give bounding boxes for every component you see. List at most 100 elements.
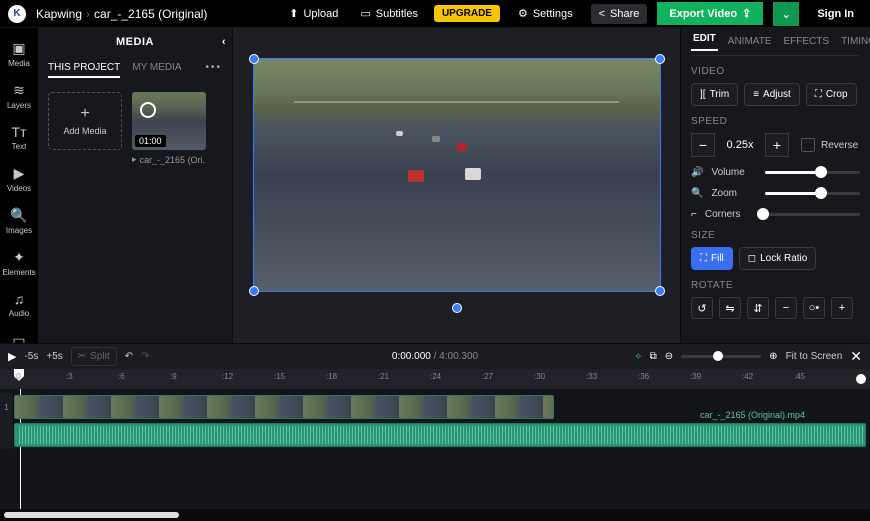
video-clip[interactable] <box>14 395 554 419</box>
redo-button[interactable]: ↷ <box>141 351 149 362</box>
speed-minus-button[interactable]: − <box>691 133 715 157</box>
align-plus-button[interactable]: + <box>831 297 853 319</box>
tab-my-media[interactable]: MY MEDIA <box>132 62 181 78</box>
crop-button[interactable]: ⛶Crop <box>806 83 857 106</box>
upload-label: Upload <box>303 8 338 20</box>
canvas[interactable] <box>233 28 680 343</box>
lock-ratio-button[interactable]: ◻Lock Ratio <box>739 247 817 270</box>
ruler-tick: :21 <box>378 372 389 381</box>
undo-button[interactable]: ↶ <box>125 351 133 362</box>
rail-label: Layers <box>7 101 31 110</box>
corners-slider[interactable] <box>759 213 860 216</box>
adjust-icon: ≡ <box>753 89 759 100</box>
rotate-handle[interactable] <box>452 303 462 313</box>
audio-clip[interactable]: car_-_2165 (Original).mp4 <box>14 423 866 447</box>
timeline-ruler[interactable]: :0:3:6:9:12:15:18:21:24:27:30:33:36:39:4… <box>0 369 870 389</box>
rail-videos[interactable]: ▶Videos <box>0 159 38 199</box>
rail-text[interactable]: TᴛText <box>0 118 38 157</box>
upload-icon: ⬆ <box>289 7 298 20</box>
tab-this-project[interactable]: THIS PROJECT <box>48 62 120 78</box>
volume-slider[interactable] <box>765 171 860 174</box>
adjust-label: Adjust <box>763 89 791 100</box>
video-selection[interactable] <box>253 58 661 292</box>
export-icon: ⇪ <box>742 7 751 20</box>
rail-label: Text <box>12 142 27 151</box>
split-button[interactable]: ✂Split <box>71 347 117 366</box>
ruler-tick: :42 <box>742 372 753 381</box>
zoom-out-icon[interactable]: ⊖ <box>665 351 673 362</box>
signin-button[interactable]: Sign In <box>809 4 862 24</box>
resize-handle-tr[interactable] <box>655 54 665 64</box>
jump-fwd-button[interactable]: +5s <box>46 351 62 362</box>
media-duration: 01:00 <box>135 135 166 147</box>
flip-v-button[interactable]: ⇵ <box>747 297 769 319</box>
add-media-label: Add Media <box>63 126 106 136</box>
end-marker[interactable] <box>856 374 866 384</box>
collapse-panel-icon[interactable]: ‹ <box>222 36 226 48</box>
add-media-button[interactable]: + Add Media <box>48 92 122 150</box>
align-minus-button[interactable]: − <box>775 297 797 319</box>
jump-back-button[interactable]: -5s <box>24 351 38 362</box>
upgrade-button[interactable]: UPGRADE <box>434 5 500 22</box>
ruler-tick: :39 <box>690 372 701 381</box>
play-button[interactable]: ▶ <box>8 350 16 363</box>
reverse-checkbox[interactable] <box>801 138 815 152</box>
export-dropdown[interactable]: ⌄ <box>773 2 799 26</box>
snap-icon[interactable]: ⟡ <box>635 351 642 362</box>
rail-audio[interactable]: ♫Audio <box>0 285 38 324</box>
volume-icon: 🔊 <box>691 167 703 178</box>
align-center-button[interactable]: ○• <box>803 297 825 319</box>
rail-images[interactable]: 🔍Images <box>0 201 38 241</box>
settings-label: Settings <box>533 8 573 20</box>
subtitles-icon: ▭ <box>360 7 370 20</box>
speed-plus-button[interactable]: + <box>765 133 789 157</box>
rail-elements[interactable]: ✦Elements <box>0 243 38 283</box>
fill-icon: ⛶ <box>700 253 707 264</box>
tab-effects[interactable]: EFFECTS <box>782 36 832 47</box>
close-timeline-icon[interactable]: ✕ <box>850 348 862 365</box>
zoom-in-icon[interactable]: ⊕ <box>769 351 777 362</box>
kapwing-logo[interactable]: K <box>8 5 26 23</box>
upload-button[interactable]: ⬆ Upload <box>283 3 344 24</box>
zoom-slider[interactable] <box>765 192 860 195</box>
breadcrumb[interactable]: Kapwing › car_-_2165 (Original) <box>36 7 207 21</box>
rail-media[interactable]: ▣Media <box>0 34 38 74</box>
clip-name: car_-_2165 (Original).mp4 <box>700 410 805 420</box>
project-name: car_-_2165 (Original) <box>94 7 207 21</box>
corners-icon: ⌐ <box>691 209 697 220</box>
share-button[interactable]: < Share <box>591 4 648 24</box>
size-section-label: SIZE <box>691 230 860 241</box>
timeline-zoom-slider[interactable] <box>681 355 761 358</box>
flip-h-button[interactable]: ⇋ <box>719 297 741 319</box>
rotate-ccw-button[interactable]: ↺ <box>691 297 713 319</box>
rail-layers[interactable]: ≋Layers <box>0 76 38 116</box>
horizontal-scrollbar[interactable] <box>4 512 179 518</box>
video-content <box>432 136 440 142</box>
fill-button[interactable]: ⛶Fill <box>691 247 733 270</box>
ruler-tick: :3 <box>66 372 73 381</box>
tab-animate[interactable]: ANIMATE <box>726 36 774 47</box>
magnet-icon[interactable]: ⧉ <box>650 351 657 362</box>
more-icon[interactable]: ••• <box>205 62 222 78</box>
resize-handle-tl[interactable] <box>249 54 259 64</box>
ruler-tick: :30 <box>534 372 545 381</box>
share-label: Share <box>610 8 639 20</box>
trim-button[interactable]: ][Trim <box>691 83 738 106</box>
media-thumbnail[interactable]: 01:00 <box>132 92 206 150</box>
ruler-tick: :9 <box>170 372 177 381</box>
export-button[interactable]: Export Video ⇪ <box>657 2 763 25</box>
ruler-tick: :6 <box>118 372 125 381</box>
resize-handle-br[interactable] <box>655 286 665 296</box>
resize-handle-bl[interactable] <box>249 286 259 296</box>
speed-section-label: SPEED <box>691 116 860 127</box>
adjust-button[interactable]: ≡ Adjust <box>744 83 800 106</box>
fit-to-screen-button[interactable]: Fit to Screen <box>786 351 843 362</box>
video-content <box>396 131 403 136</box>
speed-value: 0.25x <box>715 133 765 157</box>
settings-button[interactable]: ⚙ Settings <box>510 3 581 24</box>
tab-timing[interactable]: TIMING <box>839 36 870 47</box>
ruler-tick: :45 <box>794 372 805 381</box>
subtitles-button[interactable]: ▭ Subtitles <box>354 3 424 24</box>
timeline-tracks[interactable]: 1 car_-_2165 (Original).mp4 <box>0 389 870 509</box>
tab-edit[interactable]: EDIT <box>691 33 718 51</box>
